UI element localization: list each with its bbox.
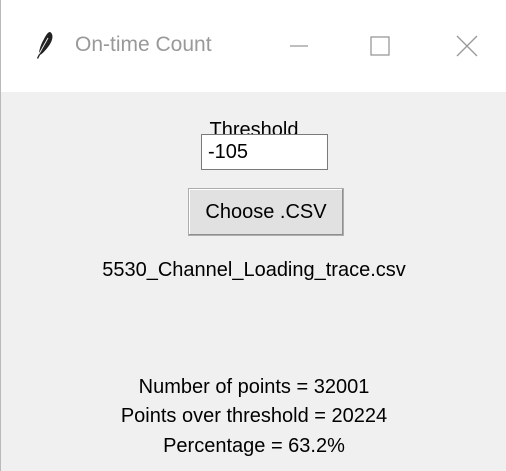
feather-icon <box>37 32 53 59</box>
points-over-threshold-text: Points over threshold = 20224 <box>120 405 388 427</box>
close-icon[interactable] <box>447 26 487 66</box>
percentage-text: Percentage = 63.2% <box>163 435 345 457</box>
app-window: On-time Count Threshold Choose .CSV 5530… <box>0 0 506 471</box>
minimize-icon[interactable] <box>279 26 319 66</box>
title-bar[interactable]: On-time Count <box>1 0 506 92</box>
window-title: On-time Count <box>75 33 212 56</box>
threshold-input[interactable] <box>201 134 328 170</box>
number-of-points-text: Number of points = 32001 <box>138 376 370 398</box>
selected-file-label: 5530_Channel_Loading_trace.csv <box>102 259 406 281</box>
choose-csv-button[interactable]: Choose .CSV <box>188 188 344 236</box>
maximize-icon[interactable] <box>360 26 400 66</box>
